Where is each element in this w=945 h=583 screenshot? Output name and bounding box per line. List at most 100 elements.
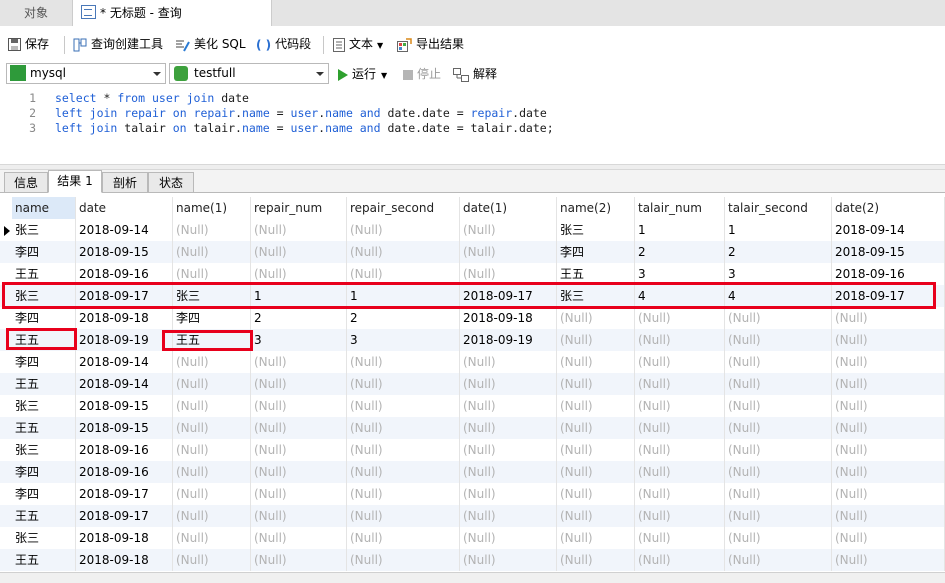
table-cell[interactable]: (Null)	[635, 505, 725, 527]
table-cell[interactable]: (Null)	[832, 329, 945, 351]
table-cell[interactable]: (Null)	[635, 461, 725, 483]
table-cell[interactable]: (Null)	[347, 373, 460, 395]
table-cell[interactable]: (Null)	[251, 483, 347, 505]
table-cell[interactable]: (Null)	[635, 329, 725, 351]
table-cell[interactable]: (Null)	[635, 417, 725, 439]
table-cell[interactable]: 2018-09-14	[76, 351, 173, 373]
column-header[interactable]: name(2)	[557, 197, 635, 219]
table-cell[interactable]: (Null)	[460, 549, 557, 571]
table-cell[interactable]: (Null)	[832, 439, 945, 461]
table-cell[interactable]: (Null)	[173, 351, 251, 373]
table-cell[interactable]: 王五	[12, 373, 76, 395]
connection-select[interactable]: mysql	[6, 63, 166, 84]
tab-info[interactable]: 信息	[4, 172, 48, 193]
table-cell[interactable]: (Null)	[557, 439, 635, 461]
table-cell[interactable]: 1	[635, 219, 725, 241]
table-cell[interactable]: 2018-09-15	[76, 241, 173, 263]
table-row[interactable]: 李四 2018-09-17 (Null) (Null) (Null) (Null) (Nul…	[0, 483, 945, 505]
table-cell[interactable]: (Null)	[832, 549, 945, 571]
table-cell[interactable]: (Null)	[832, 527, 945, 549]
table-row[interactable]: 张三 2018-09-16 (Null) (Null) (Null) (Null) (Nul…	[0, 439, 945, 461]
table-cell[interactable]: (Null)	[251, 373, 347, 395]
table-cell[interactable]: (Null)	[460, 351, 557, 373]
table-cell[interactable]: 2018-09-15	[76, 395, 173, 417]
beautify-sql-button[interactable]: 美化 SQL	[175, 34, 246, 54]
table-cell[interactable]: (Null)	[725, 395, 832, 417]
table-cell[interactable]: (Null)	[460, 483, 557, 505]
save-button[interactable]: 保存	[8, 34, 49, 54]
table-cell[interactable]: (Null)	[725, 549, 832, 571]
table-cell[interactable]: (Null)	[635, 307, 725, 329]
table-cell[interactable]: (Null)	[557, 351, 635, 373]
database-select[interactable]: testfull	[169, 63, 329, 84]
table-cell[interactable]: 李四	[12, 483, 76, 505]
table-cell[interactable]: (Null)	[725, 439, 832, 461]
table-cell[interactable]: 2018-09-14	[76, 219, 173, 241]
table-cell[interactable]: (Null)	[557, 373, 635, 395]
table-cell[interactable]: (Null)	[832, 483, 945, 505]
table-row[interactable]: 李四 2018-09-15 (Null) (Null) (Null) (Null) 李四 2 2…	[0, 241, 945, 263]
table-cell[interactable]: 2018-09-16	[76, 461, 173, 483]
table-cell[interactable]: 2018-09-17	[76, 483, 173, 505]
table-cell[interactable]: 李四	[12, 307, 76, 329]
table-cell[interactable]: (Null)	[635, 439, 725, 461]
table-cell[interactable]: (Null)	[251, 527, 347, 549]
table-cell[interactable]: (Null)	[725, 505, 832, 527]
table-cell[interactable]: (Null)	[347, 461, 460, 483]
table-cell[interactable]: (Null)	[251, 549, 347, 571]
table-row[interactable]: 李四 2018-09-14 (Null) (Null) (Null) (Null) (Nul…	[0, 351, 945, 373]
table-cell[interactable]: (Null)	[347, 483, 460, 505]
table-cell[interactable]: (Null)	[460, 219, 557, 241]
table-cell[interactable]: (Null)	[251, 439, 347, 461]
table-cell[interactable]: (Null)	[460, 241, 557, 263]
table-row[interactable]: 张三 2018-09-15 (Null) (Null) (Null) (Null) (Nul…	[0, 395, 945, 417]
table-cell[interactable]: (Null)	[557, 483, 635, 505]
table-cell[interactable]: 王五	[12, 549, 76, 571]
table-cell[interactable]: (Null)	[173, 439, 251, 461]
table-row[interactable]: 李四 2018-09-16 (Null) (Null) (Null) (Null) (Nul…	[0, 461, 945, 483]
table-cell[interactable]: 李四	[12, 461, 76, 483]
table-cell[interactable]: (Null)	[347, 439, 460, 461]
table-cell[interactable]: 2018-09-18	[460, 307, 557, 329]
table-cell[interactable]: (Null)	[173, 461, 251, 483]
table-cell[interactable]: 2018-09-18	[76, 527, 173, 549]
table-cell[interactable]: (Null)	[173, 395, 251, 417]
table-cell[interactable]: 2018-09-14	[832, 219, 945, 241]
table-cell[interactable]: (Null)	[173, 505, 251, 527]
table-row[interactable]: 张三 2018-09-14 (Null) (Null) (Null) (Null) 张三 1 1…	[0, 219, 945, 241]
table-cell[interactable]: (Null)	[347, 395, 460, 417]
table-cell[interactable]: 2018-09-19	[76, 329, 173, 351]
table-cell[interactable]: 2	[635, 241, 725, 263]
table-cell[interactable]: (Null)	[173, 219, 251, 241]
table-cell[interactable]: (Null)	[347, 417, 460, 439]
table-cell[interactable]: (Null)	[173, 373, 251, 395]
table-cell[interactable]: (Null)	[635, 395, 725, 417]
tab-status[interactable]: 状态	[148, 172, 194, 193]
tab-objects[interactable]: 对象	[0, 0, 72, 26]
table-cell[interactable]: (Null)	[725, 483, 832, 505]
table-cell[interactable]: 2018-09-14	[76, 373, 173, 395]
column-header[interactable]: talair_second	[725, 197, 832, 219]
table-cell[interactable]: 2018-09-19	[460, 329, 557, 351]
dropdown-arrow-icon[interactable]: ▼	[377, 41, 383, 50]
table-row[interactable]: 王五 2018-09-15 (Null) (Null) (Null) (Null) (Nul…	[0, 417, 945, 439]
table-cell[interactable]: (Null)	[725, 417, 832, 439]
table-row[interactable]: 张三 2018-09-18 (Null) (Null) (Null) (Null) (Nul…	[0, 527, 945, 549]
table-cell[interactable]: (Null)	[347, 549, 460, 571]
run-button[interactable]: 运行 ▼	[338, 64, 387, 84]
table-cell[interactable]: (Null)	[347, 527, 460, 549]
table-cell[interactable]: (Null)	[347, 219, 460, 241]
table-cell[interactable]: 王五	[12, 417, 76, 439]
table-cell[interactable]: 李四	[12, 241, 76, 263]
table-cell[interactable]: (Null)	[832, 307, 945, 329]
table-cell[interactable]: (Null)	[173, 549, 251, 571]
table-cell[interactable]: (Null)	[725, 461, 832, 483]
table-cell[interactable]: 李四	[173, 307, 251, 329]
table-cell[interactable]: (Null)	[557, 527, 635, 549]
snippet-button[interactable]: ( ) 代码段	[256, 34, 311, 54]
table-cell[interactable]: 张三	[12, 527, 76, 549]
table-cell[interactable]: 2018-09-18	[76, 549, 173, 571]
table-cell[interactable]: (Null)	[557, 395, 635, 417]
column-header[interactable]: date(2)	[832, 197, 945, 219]
table-cell[interactable]: (Null)	[635, 351, 725, 373]
